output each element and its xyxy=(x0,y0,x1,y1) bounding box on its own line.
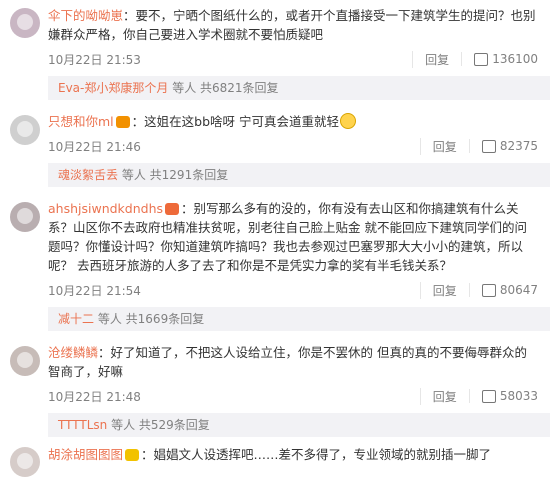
comment-username[interactable]: 只想和你ml xyxy=(48,114,114,129)
comment-meta: 10月22日 21:48 回复 58033 xyxy=(48,385,550,407)
reply-summary[interactable]: 魂淡絮舌丢 等人 共1291条回复 xyxy=(48,163,550,187)
avatar[interactable] xyxy=(10,447,40,477)
thumbs-up-icon xyxy=(474,52,489,66)
comment-username[interactable]: 沧缕鳞鳞 xyxy=(48,345,98,360)
reply-button[interactable]: 回复 xyxy=(419,387,469,405)
comment-body: ：好了知道了，不把这人设给立住，你是不罢休的 但真的真的不要侮辱群众的智商了，好… xyxy=(48,345,527,379)
comment-text: 沧缕鳞鳞：好了知道了，不把这人设给立住，你是不罢休的 但真的真的不要侮辱群众的智… xyxy=(48,343,550,381)
comment-username[interactable]: ahshjsiwndkdndhs xyxy=(48,201,163,216)
comment-meta: 10月22日 21:46 回复 82375 xyxy=(48,135,550,157)
comment-username[interactable]: 伞下的呦呦崽 xyxy=(48,8,123,23)
reply-username[interactable]: 魂淡絮舌丢 xyxy=(58,168,118,182)
like-button[interactable]: 80647 xyxy=(468,283,550,297)
comment-meta: 10月22日 21:54 回复 80647 xyxy=(48,279,550,301)
comment-text: ahshjsiwndkdndhs ：别写那么多有的没的，你有没有去山区和你搞建筑有… xyxy=(48,199,550,275)
vip-badge-icon xyxy=(165,203,180,215)
comment-item: 只想和你ml ：这姐在这bb啥呀 宁可真会道重就轻 10月22日 21:46 回复… xyxy=(0,100,550,187)
avatar[interactable] xyxy=(10,115,40,145)
comment-time: 10月22日 21:53 xyxy=(48,52,141,67)
emoji-icon xyxy=(340,113,356,129)
avatar[interactable] xyxy=(10,346,40,376)
like-button[interactable]: 82375 xyxy=(468,139,550,153)
like-button[interactable]: 58033 xyxy=(468,389,550,403)
avatar[interactable] xyxy=(10,8,40,38)
reply-button[interactable]: 回复 xyxy=(419,137,469,155)
like-button[interactable]: 136100 xyxy=(461,52,550,66)
like-count: 82375 xyxy=(499,139,538,153)
reply-count: 等人 共6821条回复 xyxy=(172,81,279,95)
reply-summary[interactable]: Eva-郑小郑康那个月 等人 共6821条回复 xyxy=(48,76,550,100)
reply-button[interactable]: 回复 xyxy=(419,281,469,299)
comment-meta: 10月22日 21:53 回复 136100 xyxy=(48,48,550,70)
reply-count: 等人 共529条回复 xyxy=(111,418,210,432)
reply-count: 等人 共1291条回复 xyxy=(121,168,229,182)
reply-summary[interactable]: 减十二 等人 共1669条回复 xyxy=(48,307,550,331)
comment-item: 沧缕鳞鳞：好了知道了，不把这人设给立住，你是不罢休的 但真的真的不要侮辱群众的智… xyxy=(0,331,550,437)
thumbs-up-icon xyxy=(481,389,496,403)
comment-time: 10月22日 21:46 xyxy=(48,139,141,154)
comment-text: 只想和你ml ：这姐在这bb啥呀 宁可真会道重就轻 xyxy=(48,112,550,131)
avatar[interactable] xyxy=(10,202,40,232)
like-count: 58033 xyxy=(499,389,538,403)
comment-time: 10月22日 21:48 xyxy=(48,389,141,404)
comment-item: ahshjsiwndkdndhs ：别写那么多有的没的，你有没有去山区和你搞建筑有… xyxy=(0,187,550,331)
vip-badge-icon xyxy=(125,449,140,461)
comment-item: 胡涂胡图图图 ：娼娼文人设透挥吧……差不多得了，专业领域的就别插一脚了 xyxy=(0,437,550,477)
vip-badge-icon xyxy=(115,116,130,128)
reply-summary[interactable]: TTTTLsn 等人 共529条回复 xyxy=(48,413,550,437)
comment-text: 胡涂胡图图图 ：娼娼文人设透挥吧……差不多得了，专业领域的就别插一脚了 xyxy=(48,445,550,464)
reply-count: 等人 共1669条回复 xyxy=(97,312,205,326)
reply-username[interactable]: TTTTLsn xyxy=(58,418,107,432)
reply-username[interactable]: 减十二 xyxy=(58,312,94,326)
thumbs-up-icon xyxy=(481,139,496,153)
like-count: 80647 xyxy=(499,283,538,297)
comment-text: 伞下的呦呦崽：要不，宁晒个图纸什么的，或者开个直播接受一下建筑学生的提问？也别嫌… xyxy=(48,6,550,44)
comment-body: ：这姐在这bb啥呀 宁可真会道重就轻 xyxy=(131,114,339,129)
thumbs-up-icon xyxy=(481,283,496,297)
comment-list: 伞下的呦呦崽：要不，宁晒个图纸什么的，或者开个直播接受一下建筑学生的提问？也别嫌… xyxy=(0,0,550,477)
reply-button[interactable]: 回复 xyxy=(412,50,461,68)
comment-body: ：娼娼文人设透挥吧……差不多得了，专业领域的就别插一脚了 xyxy=(141,447,492,462)
reply-username[interactable]: Eva-郑小郑康那个月 xyxy=(58,81,168,95)
comment-item: 伞下的呦呦崽：要不，宁晒个图纸什么的，或者开个直播接受一下建筑学生的提问？也别嫌… xyxy=(0,0,550,100)
comment-username[interactable]: 胡涂胡图图图 xyxy=(48,447,123,462)
like-count: 136100 xyxy=(492,52,538,66)
comment-time: 10月22日 21:54 xyxy=(48,283,141,298)
